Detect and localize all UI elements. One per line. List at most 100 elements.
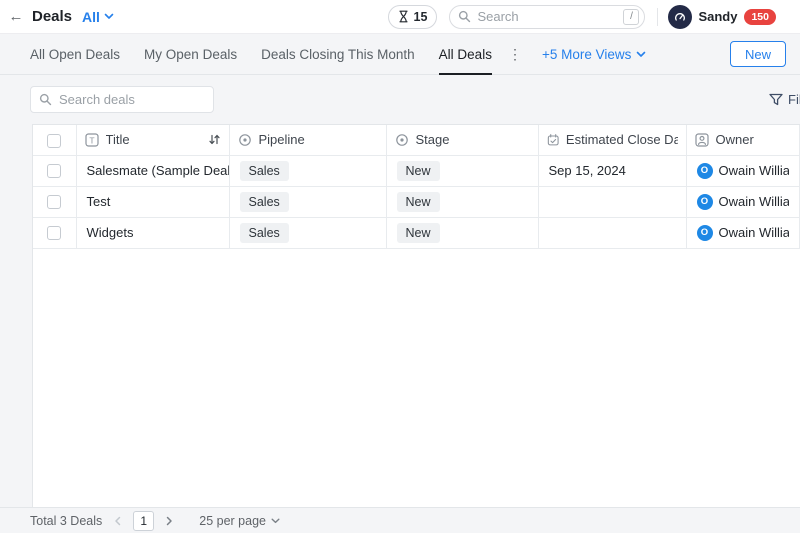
- stage-column-icon: [395, 133, 409, 147]
- chevron-right-icon: [166, 516, 173, 526]
- filter-button[interactable]: Filter: [769, 92, 800, 107]
- per-page-dropdown[interactable]: 25 per page: [199, 514, 280, 528]
- column-label: Title: [106, 132, 130, 147]
- pipeline-cell: Sales: [229, 155, 386, 186]
- user-menu[interactable]: Sandy 150: [668, 5, 776, 29]
- stage-cell: New: [386, 186, 538, 217]
- column-label: Pipeline: [259, 132, 305, 147]
- owner-name: Owain Williams: [719, 225, 790, 240]
- table-toolbar: Filter: [0, 75, 800, 124]
- row-select-cell: [33, 155, 76, 186]
- owner-cell: O Owain Williams: [686, 217, 800, 248]
- current-page-button[interactable]: 1: [133, 511, 154, 531]
- close-date-cell: [538, 186, 686, 217]
- more-views-dropdown[interactable]: +5 More Views: [542, 34, 646, 74]
- page-title: Deals: [32, 8, 72, 25]
- select-all-cell: [33, 125, 76, 155]
- chevron-down-icon: [636, 51, 646, 58]
- user-name: Sandy: [698, 9, 737, 24]
- owner-name: Owain Williams: [719, 163, 790, 178]
- column-label: Estimated Close Date: [566, 132, 678, 147]
- select-all-checkbox[interactable]: [47, 134, 61, 148]
- owner-avatar: O: [697, 225, 713, 241]
- stage-chip: New: [397, 161, 440, 181]
- scope-label: All: [82, 9, 100, 25]
- pipeline-cell: Sales: [229, 217, 386, 248]
- hourglass-icon: [398, 10, 409, 23]
- column-header-pipeline[interactable]: Pipeline: [229, 125, 386, 155]
- tab-deals-closing-this-month[interactable]: Deals Closing This Month: [261, 34, 415, 74]
- search-icon: [39, 93, 52, 106]
- prev-page-button[interactable]: [112, 516, 123, 526]
- close-date-cell: [538, 217, 686, 248]
- table-row[interactable]: Widgets Sales New O Owain Williams: [33, 217, 800, 248]
- back-button[interactable]: ←: [4, 8, 28, 25]
- owner-cell: O Owain Williams: [686, 155, 800, 186]
- owner-avatar: O: [697, 163, 713, 179]
- svg-text:T: T: [89, 135, 94, 145]
- stage-cell: New: [386, 155, 538, 186]
- global-search-input[interactable]: [477, 9, 617, 24]
- global-search[interactable]: /: [449, 5, 645, 29]
- deal-title-cell[interactable]: Test: [76, 186, 229, 217]
- stage-cell: New: [386, 217, 538, 248]
- more-views-label: +5 More Views: [542, 47, 631, 62]
- row-select-cell: [33, 186, 76, 217]
- stage-chip: New: [397, 223, 440, 243]
- gauge-icon: [673, 10, 687, 24]
- table-row[interactable]: Salesmate (Sample Deal) Sales New Sep 15…: [33, 155, 800, 186]
- owner-name: Owain Williams: [719, 194, 790, 209]
- filter-funnel-icon: [769, 93, 783, 106]
- deals-scope-dropdown[interactable]: All: [82, 9, 114, 25]
- pipeline-cell: Sales: [229, 186, 386, 217]
- table-row[interactable]: Test Sales New O Owain Williams: [33, 186, 800, 217]
- column-label: Owner: [716, 132, 754, 147]
- close-date-cell: Sep 15, 2024: [538, 155, 686, 186]
- deals-search[interactable]: [30, 86, 214, 113]
- pipeline-chip: Sales: [240, 161, 289, 181]
- deals-search-input[interactable]: [59, 92, 205, 107]
- deal-title-cell[interactable]: Salesmate (Sample Deal): [76, 155, 229, 186]
- pagination-bar: Total 3 Deals 1 25 per page: [0, 507, 800, 533]
- owner-column-icon: [695, 133, 709, 147]
- deals-table: T Title Pipeline: [33, 125, 800, 249]
- chevron-down-icon: [271, 518, 280, 524]
- pipeline-column-icon: [238, 133, 252, 147]
- deal-title-cell[interactable]: Widgets: [76, 217, 229, 248]
- tab-all-open-deals[interactable]: All Open Deals: [30, 34, 120, 74]
- sort-icon[interactable]: [208, 133, 221, 146]
- search-shortcut-key: /: [623, 9, 639, 25]
- topbar-divider: [657, 8, 658, 26]
- column-header-stage[interactable]: Stage: [386, 125, 538, 155]
- next-page-button[interactable]: [164, 516, 175, 526]
- row-checkbox[interactable]: [47, 195, 61, 209]
- tab-my-open-deals[interactable]: My Open Deals: [144, 34, 237, 74]
- calendar-check-icon: [547, 133, 559, 147]
- table-header-row: T Title Pipeline: [33, 125, 800, 155]
- tab-options-kebab-icon[interactable]: ⋮: [508, 46, 522, 63]
- points-badge[interactable]: 150: [744, 9, 776, 25]
- column-header-title[interactable]: T Title: [76, 125, 229, 155]
- column-header-owner[interactable]: Owner: [686, 125, 800, 155]
- owner-cell: O Owain Williams: [686, 186, 800, 217]
- timer-button[interactable]: 15: [388, 5, 438, 29]
- total-deals-label: Total 3 Deals: [30, 514, 102, 528]
- column-header-close-date[interactable]: Estimated Close Date: [538, 125, 686, 155]
- row-checkbox[interactable]: [47, 164, 61, 178]
- chevron-down-icon: [104, 13, 114, 20]
- row-checkbox[interactable]: [47, 226, 61, 240]
- views-tab-bar: All Open Deals My Open Deals Deals Closi…: [0, 34, 800, 75]
- pipeline-chip: Sales: [240, 223, 289, 243]
- tab-all-deals[interactable]: All Deals: [439, 34, 492, 74]
- deals-table-panel: T Title Pipeline: [32, 124, 800, 507]
- owner-avatar: O: [697, 194, 713, 210]
- filter-label: Filter: [788, 92, 800, 107]
- per-page-label: 25 per page: [199, 514, 266, 528]
- new-deal-button[interactable]: New: [730, 41, 786, 67]
- search-icon: [458, 10, 471, 23]
- pipeline-chip: Sales: [240, 192, 289, 212]
- content-area: All Open Deals My Open Deals Deals Closi…: [0, 34, 800, 533]
- title-column-icon: T: [85, 133, 99, 147]
- stage-chip: New: [397, 192, 440, 212]
- row-select-cell: [33, 217, 76, 248]
